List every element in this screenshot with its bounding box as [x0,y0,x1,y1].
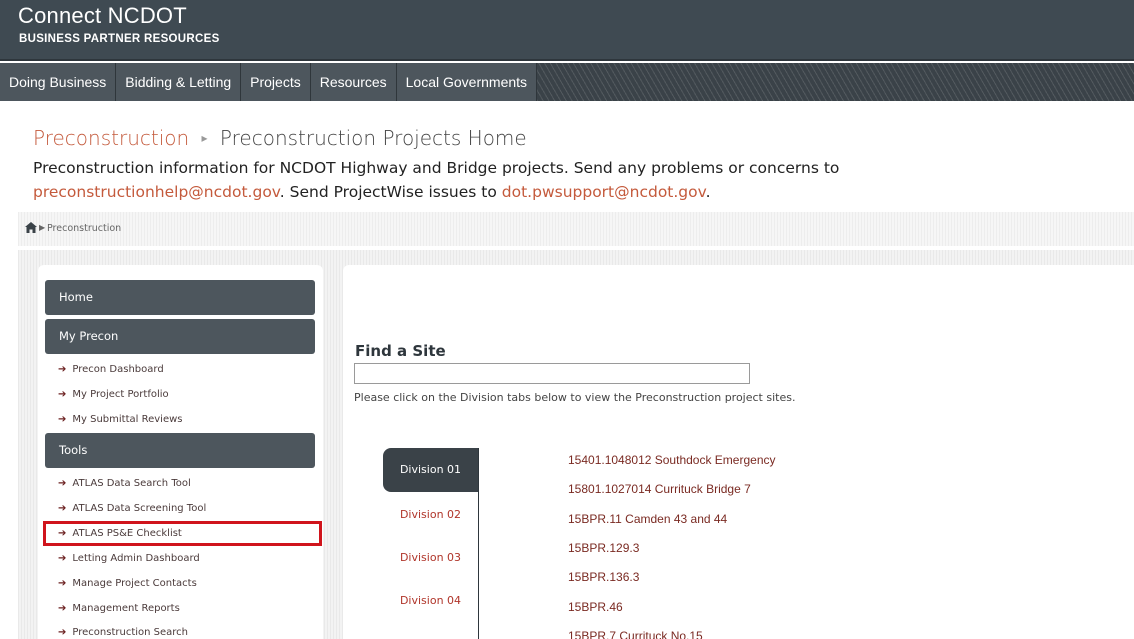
link-label: Letting Admin Dashboard [72,553,200,564]
breadcrumb [18,212,1134,246]
find-site-title: Find a Site [355,342,446,360]
site-title[interactable]: Connect NCDOT [18,5,187,27]
site-header: Connect NCDOT BUSINESS PARTNER RESOURCES [0,0,1134,61]
link-label: ATLAS Data Search Tool [72,478,191,489]
page-title: Preconstruction ▸ Preconstruction Projec… [33,126,527,150]
arrow-right-icon: ➔ [58,414,67,425]
link-label: My Submittal Reviews [72,414,183,425]
arrow-right-icon: ➔ [58,478,67,489]
link-label: Management Reports [72,603,180,614]
nav-projects[interactable]: Projects [241,63,311,101]
site-link[interactable]: 15BPR.7 Currituck No.15 [568,629,703,639]
site-link[interactable]: 15BPR.11 Camden 43 and 44 [568,512,727,526]
breadcrumb-current[interactable]: Preconstruction [47,223,121,234]
site-subtitle: BUSINESS PARTNER RESOURCES [19,33,220,45]
tab-division-02[interactable]: Division 02 [383,508,478,521]
main-nav: Doing Business Bidding & Letting Project… [0,63,1134,101]
arrow-right-icon: ➔ [58,603,67,614]
sidebar-link-manage-project-contacts[interactable]: ➔ Manage Project Contacts [58,578,197,589]
intro-part-2: . Send ProjectWise issues to [279,183,502,201]
find-site-help: Please click on the Division tabs below … [354,391,796,404]
link-label: ATLAS Data Screening Tool [72,503,207,514]
nav-doing-business[interactable]: Doing Business [0,63,117,101]
arrow-right-icon: ➔ [58,627,67,638]
find-site-input[interactable] [354,363,750,384]
sidebar-my-precon[interactable]: My Precon [45,319,315,354]
sidebar-link-atlas-data-screening[interactable]: ➔ ATLAS Data Screening Tool [58,503,206,514]
arrow-right-icon: ➔ [58,553,67,564]
sidebar-link-preconstruction-search[interactable]: ➔ Preconstruction Search [58,627,188,638]
site-link[interactable]: 15BPR.46 [568,600,623,614]
sidebar-link-management-reports[interactable]: ➔ Management Reports [58,603,180,614]
nav-bidding-letting[interactable]: Bidding & Letting [116,63,242,101]
section-link[interactable]: Preconstruction [33,126,189,150]
arrow-right-icon: ➔ [58,503,67,514]
arrow-right-icon: ➔ [58,364,67,375]
highlight-box [43,521,322,546]
arrow-right-icon: ➔ [58,389,67,400]
site-link[interactable]: 15BPR.136.3 [568,570,639,584]
sidebar-home[interactable]: Home [45,280,315,315]
breadcrumb-arrow-icon: ▶ [39,223,46,232]
tabs-divider [478,448,479,639]
intro-part-3: . [705,183,711,201]
intro-part-1: Preconstruction information for NCDOT Hi… [33,159,840,177]
chevron-right-icon: ▸ [201,131,208,145]
intro-text: Preconstruction information for NCDOT Hi… [33,156,1123,204]
sidebar-link-letting-admin-dashboard[interactable]: ➔ Letting Admin Dashboard [58,553,200,564]
site-link[interactable]: 15BPR.129.3 [568,541,639,555]
link-label: Preconstruction Search [72,627,189,638]
link-label: Manage Project Contacts [72,578,197,589]
link-label: My Project Portfolio [72,389,169,400]
nav-resources[interactable]: Resources [311,63,397,101]
site-link[interactable]: 15801.1027014 Currituck Bridge 7 [568,482,751,496]
arrow-right-icon: ➔ [58,578,67,589]
sidebar-link-my-submittal-reviews[interactable]: ➔ My Submittal Reviews [58,414,182,425]
nav-local-governments[interactable]: Local Governments [397,63,538,101]
sidebar-tools[interactable]: Tools [45,433,315,468]
site-link[interactable]: 15401.1048012 Southdock Emergency [568,453,776,467]
sidebar-link-precon-dashboard[interactable]: ➔ Precon Dashboard [58,364,164,375]
home-icon[interactable] [25,222,37,236]
tab-division-04[interactable]: Division 04 [383,594,478,607]
pwsupport-email[interactable]: dot.pwsupport@ncdot.gov [502,183,706,201]
page-title-text: Preconstruction Projects Home [219,126,527,150]
nav-list: Doing Business Bidding & Letting Project… [0,63,538,101]
sidebar-link-my-project-portfolio[interactable]: ➔ My Project Portfolio [58,389,169,400]
link-label: Precon Dashboard [72,364,164,375]
tab-division-03[interactable]: Division 03 [383,551,478,564]
preconstruction-help-email[interactable]: preconstructionhelp@ncdot.gov [33,183,280,201]
tab-division-01[interactable]: Division 01 [383,448,478,492]
sidebar-link-atlas-data-search[interactable]: ➔ ATLAS Data Search Tool [58,478,191,489]
